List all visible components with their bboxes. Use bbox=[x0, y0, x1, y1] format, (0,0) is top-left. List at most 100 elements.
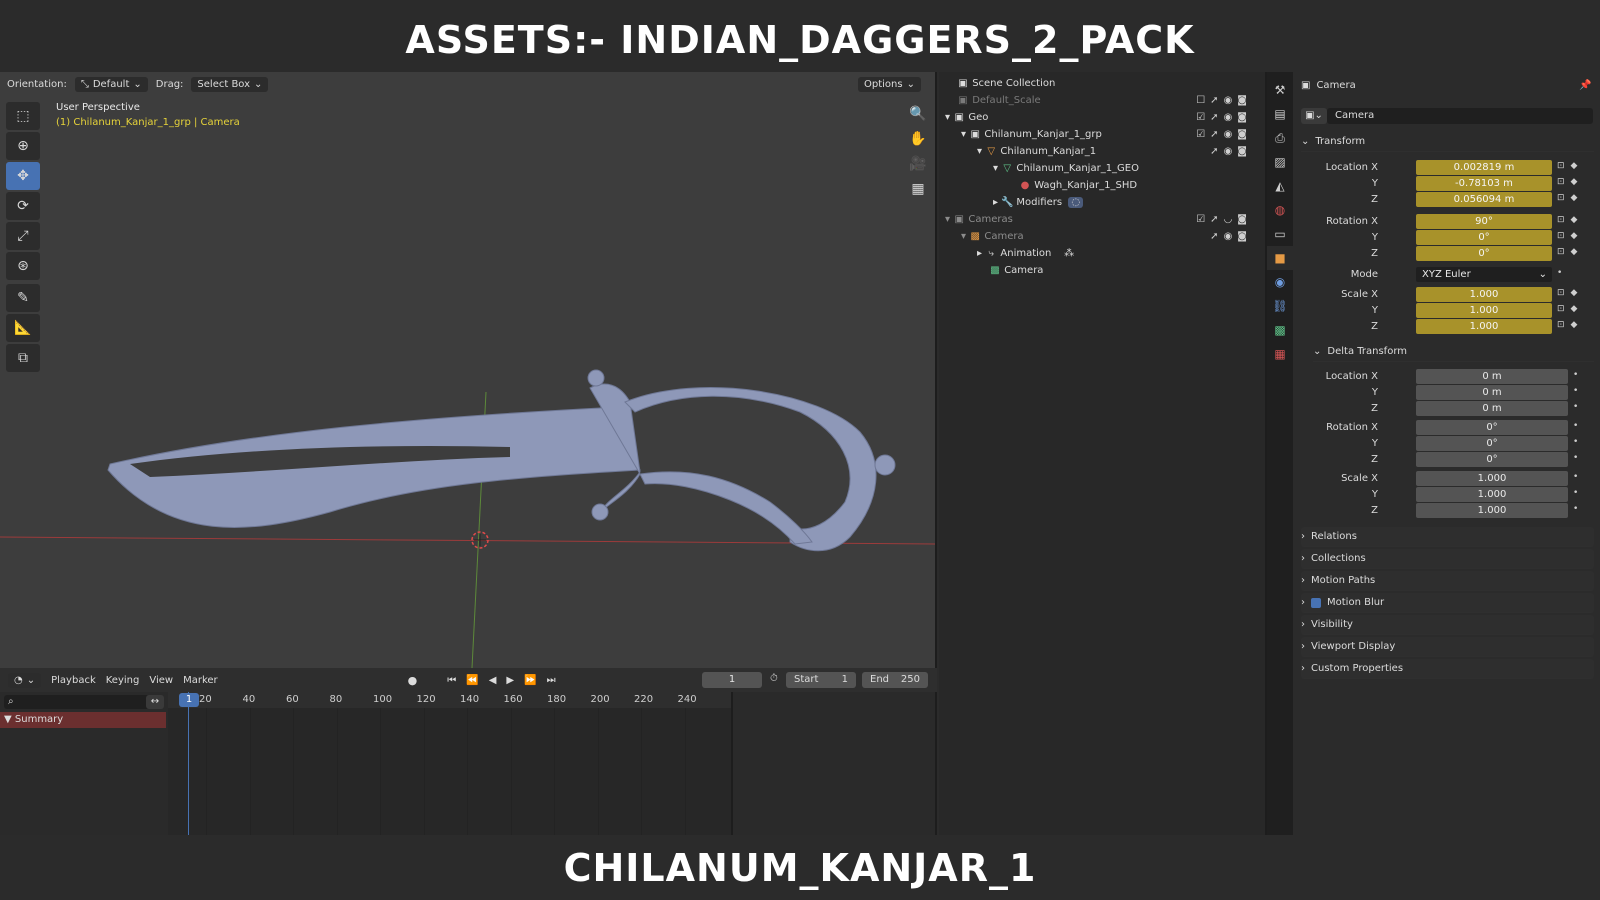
menu-playback[interactable]: Playback bbox=[51, 675, 96, 686]
collections-panel-header[interactable]: › Collections bbox=[1301, 549, 1594, 569]
scale-y-field[interactable]: 1.000 bbox=[1416, 303, 1552, 318]
motion-paths-panel-header[interactable]: › Motion Paths bbox=[1301, 571, 1594, 591]
custom-properties-panel-header[interactable]: › Custom Properties bbox=[1301, 659, 1594, 679]
menu-view[interactable]: View bbox=[149, 675, 173, 686]
triangle-down-icon[interactable]: ▾ bbox=[961, 129, 966, 140]
outliner-row-default-scale[interactable]: ▣ Default_Scale ☐ ➚ ◉ ◙ bbox=[939, 92, 1267, 109]
menu-keying[interactable]: Keying bbox=[106, 675, 140, 686]
jump-start-button[interactable]: ⏮ bbox=[447, 675, 456, 686]
outliner-row-geo[interactable]: ▾ ▣ Geo ☑ ➚ ◉ ◙ bbox=[939, 109, 1267, 126]
select-arrow-icon[interactable]: ➚ bbox=[1210, 129, 1218, 140]
rotation-x-field[interactable]: 90° bbox=[1416, 214, 1552, 229]
lock-icon[interactable]: ⊡ bbox=[1557, 215, 1565, 225]
lock-icon[interactable]: ⊡ bbox=[1557, 193, 1565, 203]
properties-panel[interactable]: ▣ Camera 📌 ▣⌄ Camera ⌄ Transform Location … bbox=[1293, 72, 1600, 835]
triangle-down-icon[interactable]: ▾ bbox=[945, 214, 950, 225]
outliner-row-kanjar-geo[interactable]: ▾ ▽ Chilanum_Kanjar_1_GEO bbox=[939, 160, 1267, 177]
lock-icon[interactable]: ⊡ bbox=[1557, 304, 1565, 314]
stopwatch-icon[interactable]: ⏱ bbox=[770, 673, 778, 684]
camera-render-icon[interactable]: ◙ bbox=[1237, 231, 1247, 242]
keyframe-icon[interactable]: ◆ bbox=[1571, 288, 1578, 298]
camera-render-icon[interactable]: ◙ bbox=[1237, 112, 1247, 123]
lock-icon[interactable]: ⊡ bbox=[1557, 161, 1565, 171]
eye-closed-icon[interactable]: ◡ bbox=[1224, 214, 1233, 225]
keyframe-icon[interactable]: ◆ bbox=[1571, 193, 1578, 203]
eye-icon[interactable]: ◉ bbox=[1224, 129, 1233, 140]
keyframe-icon[interactable]: ◆ bbox=[1571, 177, 1578, 187]
motion-blur-panel-header[interactable]: › Motion Blur bbox=[1301, 593, 1594, 613]
location-z-field[interactable]: 0.056094 m bbox=[1416, 192, 1552, 207]
scale-z-field[interactable]: 1.000 bbox=[1416, 319, 1552, 334]
keyframe-icon[interactable]: ◆ bbox=[1571, 231, 1578, 241]
relations-panel-header[interactable]: › Relations bbox=[1301, 527, 1594, 547]
camera-data-tab-icon[interactable]: ▩ bbox=[1267, 318, 1293, 342]
outliner-row-kanjar-grp[interactable]: ▾ ▣ Chilanum_Kanjar_1_grp ☑ ➚ ◉ ◙ bbox=[939, 126, 1267, 143]
play-reverse-button[interactable]: ◀ bbox=[489, 675, 497, 686]
outliner-panel[interactable]: ▣ Scene Collection ▣ Default_Scale ☐ ➚ ◉ ◙ … bbox=[939, 72, 1267, 835]
rotation-z-field[interactable]: 0° bbox=[1416, 246, 1552, 261]
output-tab-icon[interactable]: ⎙ bbox=[1267, 126, 1293, 150]
select-arrow-icon[interactable]: ➚ bbox=[1210, 112, 1218, 123]
checkbox-checked-icon[interactable]: ☑ bbox=[1196, 214, 1205, 225]
outliner-row-cameras[interactable]: ▾ ▣ Cameras ☑ ➚ ◡ ◙ bbox=[939, 211, 1267, 228]
lock-icon[interactable]: ⊡ bbox=[1557, 288, 1565, 298]
select-arrow-icon[interactable]: ➚ bbox=[1210, 231, 1218, 242]
select-arrow-icon[interactable]: ➚ bbox=[1210, 95, 1218, 106]
channel-search-input[interactable]: ⌕ bbox=[4, 695, 154, 709]
lock-icon[interactable]: ⊡ bbox=[1557, 231, 1565, 241]
scene-tab-icon[interactable]: ◭ bbox=[1267, 174, 1293, 198]
eye-icon[interactable]: ◉ bbox=[1224, 112, 1233, 123]
lock-icon[interactable]: ⊡ bbox=[1557, 247, 1565, 257]
rotation-y-field[interactable]: 0° bbox=[1416, 230, 1552, 245]
delta-scale-x-field[interactable]: 1.000 bbox=[1416, 471, 1568, 486]
transform-panel-header[interactable]: ⌄ Transform bbox=[1301, 132, 1594, 152]
triangle-down-icon[interactable]: ▾ bbox=[977, 146, 982, 157]
timeline-editor[interactable]: ◔ ⌄ Playback Keying View Marker ● ⏮ ⏪ ◀ ▶… bbox=[0, 668, 937, 835]
constraints-tab-icon[interactable]: ⛓ bbox=[1267, 294, 1293, 318]
location-y-field[interactable]: -0.78103 m bbox=[1416, 176, 1552, 191]
delta-scale-z-field[interactable]: 1.000 bbox=[1416, 503, 1568, 518]
eye-icon[interactable]: ◉ bbox=[1224, 146, 1233, 157]
outliner-row-animation[interactable]: ▸ ⤷ Animation ⁂ bbox=[939, 245, 1267, 262]
triangle-down-icon[interactable]: ▾ bbox=[993, 163, 998, 174]
delta-rotation-x-field[interactable]: 0° bbox=[1416, 420, 1568, 435]
triangle-down-icon[interactable]: ▾ bbox=[961, 231, 966, 242]
eye-icon[interactable]: ◉ bbox=[1224, 231, 1233, 242]
delta-rotation-z-field[interactable]: 0° bbox=[1416, 452, 1568, 467]
lock-icon[interactable]: ⊡ bbox=[1557, 320, 1565, 330]
summary-channel[interactable]: ▼ Summary bbox=[0, 712, 166, 728]
outliner-row-modifiers[interactable]: ▸ 🔧 Modifiers ◌ bbox=[939, 194, 1267, 211]
current-frame-field[interactable]: 1 bbox=[702, 672, 762, 688]
playhead-frame[interactable]: 1 bbox=[179, 693, 199, 707]
camera-render-icon[interactable]: ◙ bbox=[1237, 214, 1247, 225]
keyframe-icon[interactable]: ◆ bbox=[1571, 247, 1578, 257]
delta-rotation-y-field[interactable]: 0° bbox=[1416, 436, 1568, 451]
outliner-row-material[interactable]: ● Wagh_Kanjar_1_SHD bbox=[939, 177, 1267, 194]
triangle-right-icon[interactable]: ▸ bbox=[977, 248, 982, 259]
delta-transform-header[interactable]: ⌄ Delta Transform bbox=[1313, 342, 1594, 362]
keyframe-icon[interactable]: ◆ bbox=[1571, 304, 1578, 314]
visibility-panel-header[interactable]: › Visibility bbox=[1301, 615, 1594, 635]
jump-end-button[interactable]: ⏭ bbox=[547, 675, 556, 686]
editor-type-dropdown[interactable]: ◔ ⌄ bbox=[8, 672, 42, 688]
keyframe-icon[interactable]: ◆ bbox=[1571, 320, 1578, 330]
keyframe-icon[interactable]: ◆ bbox=[1571, 161, 1578, 171]
play-button[interactable]: ▶ bbox=[506, 675, 514, 686]
object-tab-icon[interactable]: ■ bbox=[1267, 246, 1293, 270]
delta-location-z-field[interactable]: 0 m bbox=[1416, 401, 1568, 416]
render-tab-icon[interactable]: ▤ bbox=[1267, 102, 1293, 126]
checkbox-checked-icon[interactable]: ☑ bbox=[1196, 112, 1205, 123]
outliner-row-camera-object[interactable]: ▾ ▩ Camera ➚ ◉ ◙ bbox=[939, 228, 1267, 245]
camera-render-icon[interactable]: ◙ bbox=[1237, 146, 1247, 157]
motion-blur-checkbox[interactable] bbox=[1311, 597, 1321, 608]
object-type-icon[interactable]: ▣⌄ bbox=[1301, 108, 1327, 124]
delta-location-y-field[interactable]: 0 m bbox=[1416, 385, 1568, 400]
next-keyframe-button[interactable]: ⏩ bbox=[524, 675, 536, 686]
world-tab-icon[interactable]: ◍ bbox=[1267, 198, 1293, 222]
3d-viewport[interactable]: Orientation: ⤡ Default ⌄ Drag: Select Box ⌄… bbox=[0, 72, 937, 668]
record-button[interactable]: ● bbox=[408, 674, 418, 687]
select-arrow-icon[interactable]: ➚ bbox=[1210, 214, 1218, 225]
checkbox-icon[interactable]: ☐ bbox=[1196, 95, 1205, 106]
camera-render-icon[interactable]: ◙ bbox=[1237, 95, 1247, 106]
end-frame-field[interactable]: End 250 bbox=[862, 672, 928, 688]
